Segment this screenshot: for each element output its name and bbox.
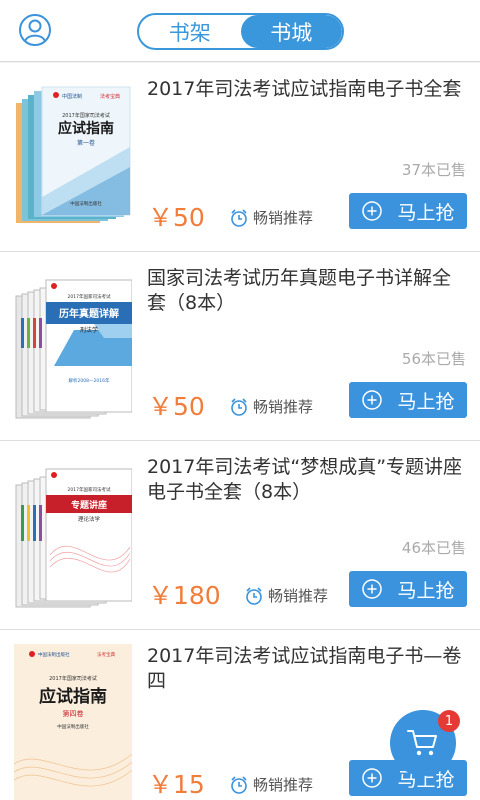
product-title[interactable]: 2017年司法考试应试指南电子书—卷四 (147, 644, 469, 694)
cover-year-line: 2017年国家司法考试 (68, 486, 111, 493)
cover-heading: 历年真题详解 (59, 307, 119, 320)
book-cover-image: 中国法制 法考宝典 2017年国家司法考试 应试指南 第一卷 中国法制出版社 (14, 77, 132, 237)
bestseller-tag: 畅销推荐 (229, 396, 313, 417)
shelf-store-switch: 书架 书城 (137, 13, 344, 50)
sold-count: 46本已售 (401, 539, 466, 557)
svg-text:法考宝典: 法考宝典 (97, 651, 115, 658)
tab-bookshelf[interactable]: 书架 (139, 15, 241, 48)
buy-now-button[interactable]: 马上抢 (349, 193, 467, 229)
product-card[interactable]: 中国法制 法考宝典 2017年国家司法考试 应试指南 第一卷 中国法制出版社 2… (0, 63, 480, 252)
cover-publisher: 中国法制出版社 (70, 200, 102, 207)
plus-circle-icon (362, 201, 383, 221)
book-cover-image: 2017年国家司法考试 专题讲座 理论法学 (14, 455, 132, 615)
shopping-cart-icon (407, 730, 437, 756)
cover-year-line: 2017年国家司法考试 (49, 675, 97, 682)
cover-year-line: 2017年国家司法考试 (62, 112, 110, 119)
alarm-clock-icon (246, 586, 262, 605)
alarm-clock-icon (231, 397, 247, 416)
sold-count: 56本已售 (401, 350, 466, 368)
cover-heading: 专题讲座 (71, 499, 107, 511)
buy-now-button[interactable]: 马上抢 (349, 571, 467, 607)
cover-subheading: 第四卷 (63, 709, 84, 718)
product-title[interactable]: 国家司法考试历年真题电子书详解全套（8本） (147, 266, 469, 316)
plus-circle-icon (362, 390, 383, 410)
book-cover-image: 2017年国家司法考试 历年真题详解 刑法学 解析2008—2016年 (14, 266, 132, 426)
product-list[interactable]: 中国法制 法考宝典 2017年国家司法考试 应试指南 第一卷 中国法制出版社 2… (0, 63, 480, 800)
buy-now-label: 马上抢 (397, 579, 455, 602)
user-avatar-icon[interactable] (18, 13, 52, 47)
cover-subheading: 刑法学 (80, 326, 98, 334)
buy-now-button[interactable]: 马上抢 (349, 382, 467, 418)
product-card[interactable]: 2017年国家司法考试 专题讲座 理论法学 2017年司法考试“梦想成真”专题讲… (0, 441, 480, 630)
cover-subheading: 第一卷 (77, 139, 95, 147)
tab-bookstore[interactable]: 书城 (240, 15, 342, 48)
svg-text:中国法制出版社: 中国法制出版社 (38, 651, 70, 658)
cart-count-badge: 1 (438, 710, 460, 732)
product-title[interactable]: 2017年司法考试“梦想成真”专题讲座电子书全套（8本） (147, 455, 469, 505)
bestseller-tag: 畅销推荐 (244, 585, 328, 606)
cover-heading: 应试指南 (58, 120, 114, 137)
svg-text:中国法制: 中国法制 (62, 93, 82, 100)
tag-label: 畅销推荐 (253, 776, 314, 794)
tag-label: 畅销推荐 (253, 209, 314, 227)
plus-circle-icon (362, 768, 383, 788)
product-price: ￥50 (148, 203, 205, 232)
plus-circle-icon (362, 579, 383, 599)
book-cover-image: 中国法制出版社 法考宝典 2017年国家司法考试 应试指南 第四卷 中国法制出版… (14, 644, 132, 800)
product-price: ￥180 (148, 581, 221, 610)
buy-now-label: 马上抢 (397, 201, 455, 224)
alarm-clock-icon (231, 775, 247, 794)
cover-heading: 应试指南 (39, 686, 107, 707)
product-card[interactable]: 2017年国家司法考试 历年真题详解 刑法学 解析2008—2016年 国家司法… (0, 252, 480, 441)
sold-count: 37本已售 (401, 161, 466, 179)
tag-label: 畅销推荐 (253, 398, 314, 416)
tag-label: 畅销推荐 (268, 587, 329, 605)
product-price: ￥50 (148, 392, 205, 421)
bestseller-tag: 畅销推荐 (229, 207, 313, 228)
product-price: ￥15 (148, 770, 205, 799)
svg-text:法考宝典: 法考宝典 (100, 93, 120, 100)
alarm-clock-icon (231, 208, 247, 227)
cover-year-line: 2017年国家司法考试 (68, 293, 111, 300)
top-bar: 书架 书城 (0, 0, 480, 62)
buy-now-label: 马上抢 (397, 390, 455, 413)
product-title[interactable]: 2017年司法考试应试指南电子书全套 (147, 77, 469, 102)
bestseller-tag: 畅销推荐 (229, 774, 313, 795)
cover-footer: 解析2008—2016年 (69, 377, 110, 384)
cover-subheading: 理论法学 (78, 515, 101, 523)
cover-publisher: 中国法制出版社 (57, 723, 89, 730)
